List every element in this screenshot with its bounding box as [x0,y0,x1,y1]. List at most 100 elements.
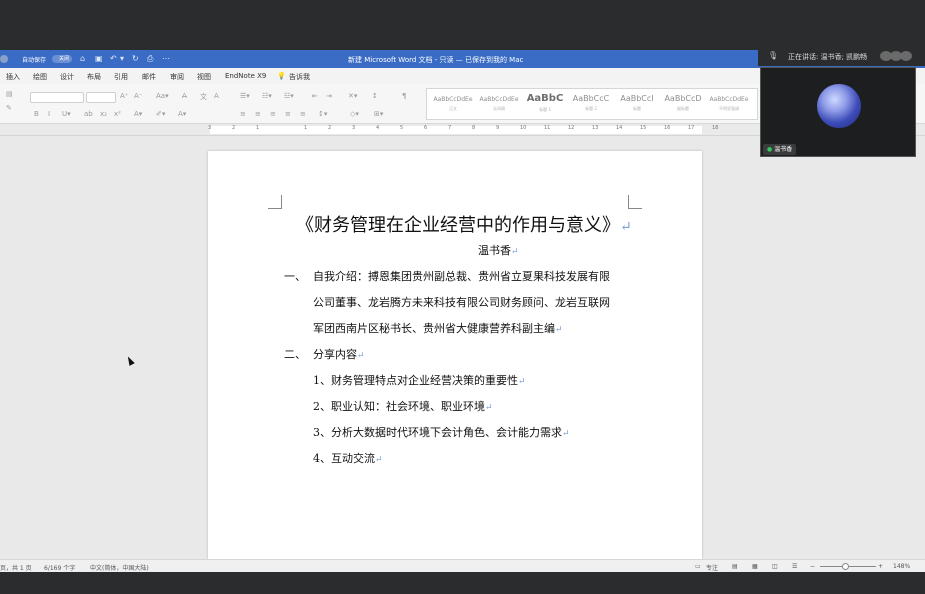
redo-icon[interactable]: ↻ [132,54,139,63]
increase-indent-icon[interactable]: ⇥ [326,92,332,100]
window-close-button[interactable] [0,55,8,63]
style-normal[interactable]: AaBbCcDdEe 正文 [431,91,475,119]
print-layout-icon[interactable]: ▤ [732,563,738,570]
home-icon[interactable]: ⌂ [80,54,85,63]
subscript-icon[interactable]: x₂ [100,110,107,118]
format-painter-icon[interactable]: ✎ [6,104,12,112]
align-left-icon[interactable]: ≡ [240,110,246,118]
outline-icon[interactable]: ☰ [792,563,797,570]
paste-icon[interactable]: ▤ [6,90,13,98]
change-case-icon[interactable]: Aa▾ [156,92,169,100]
tab-design[interactable]: 设计 [60,72,74,82]
read-mode-icon[interactable]: ▦ [752,563,758,570]
numbering-icon[interactable]: ☷▾ [262,92,272,100]
undo-dropdown-icon[interactable]: ▾ [120,54,124,63]
word-count[interactable]: 6/169 个字 [44,563,75,572]
participant-avatar [817,84,861,128]
bullets-icon[interactable]: ☰▾ [240,92,250,100]
tab-review[interactable]: 审阅 [170,72,184,82]
font-color-icon[interactable]: A▾ [178,110,186,118]
participant-name-tag: ● 温书香 [763,144,797,155]
font-name-select[interactable] [30,92,84,103]
desktop-top-band [0,0,925,50]
zoom-in-button[interactable]: + [878,563,883,570]
superscript-icon[interactable]: x² [114,110,121,118]
tab-view[interactable]: 视图 [197,72,211,82]
web-layout-icon[interactable]: ◫ [772,563,778,570]
shading-icon[interactable]: ◇▾ [350,110,359,118]
style-no-spacing[interactable]: AaBbCcDdEe 无间隔 [477,91,521,119]
save-icon[interactable]: ▣ [95,54,103,63]
page-count[interactable]: 页，共 1 页 [0,563,32,572]
margin-corner-mark [628,195,642,209]
borders-icon[interactable]: ⊞▾ [374,110,383,118]
document-page[interactable]: 《财务管理在企业经营中的作用与意义》↵ 温书香↵ 一、 自我介绍：搏恩集团贵州副… [208,151,702,559]
speaking-indicator: 正在讲话: 温书香; 凯鹏畅 [788,53,868,61]
underline-icon[interactable]: U▾ [62,110,71,118]
language-indicator[interactable]: 中文(简体，中国大陆) [90,563,149,572]
participant-avatars[interactable] [880,51,916,61]
shrink-font-icon[interactable]: A⁻ [134,92,142,100]
tab-mailings[interactable]: 邮件 [142,72,156,82]
zoom-level[interactable]: 148% [893,563,910,570]
multilevel-list-icon[interactable]: ☳▾ [284,92,294,100]
style-heading-1[interactable]: AaBbC 标题 1 [523,91,567,119]
section-number: 一、 [284,270,306,283]
justify-icon[interactable]: ≡ [285,110,291,118]
font-size-select[interactable] [86,92,116,103]
grow-font-icon[interactable]: A⁺ [120,92,128,100]
zoom-out-button[interactable]: − [810,563,815,570]
highlight-icon[interactable]: ✐▾ [156,110,165,118]
ruler-number: 14 [616,125,623,131]
meeting-speaker-bar: 🎙 正在讲话: 温书香; 凯鹏畅 [758,46,925,66]
microphone-icon[interactable]: 🎙 [768,51,778,60]
ruler-number: 15 [640,125,647,131]
document-author: 温书香↵ [478,244,519,257]
video-tile[interactable]: ● 温书香 [760,67,916,157]
ruler-number: 10 [520,125,527,131]
autosave-toggle[interactable]: 关闭 [52,55,72,63]
tab-endnote[interactable]: EndNote X9 [225,72,266,80]
strikethrough-icon[interactable]: ab [84,110,93,118]
italic-icon[interactable]: I [48,110,50,118]
section-1-line: 公司董事、龙岩腾方未来科技有限公司财务顾问、龙岩互联网 [313,296,610,309]
text-effects-icon[interactable]: A▾ [134,110,142,118]
ruler-number: 3 [352,125,356,131]
style-title[interactable]: AaBbCcI 标题 [615,91,659,119]
sort-icon[interactable]: ↕ [372,92,378,100]
zoom-slider-handle[interactable] [842,563,850,570]
paragraph-mark: ↵ [620,219,632,235]
line-spacing-icon[interactable]: ↕▾ [318,110,327,118]
undo-icon[interactable]: ↶ [110,54,117,63]
ruler-number: 6 [424,125,428,131]
chinese-layout-icon[interactable]: ✕▾ [348,92,357,100]
ruler-number: 8 [472,125,476,131]
ruler-number: 12 [568,125,575,131]
tab-draw[interactable]: 绘图 [33,72,47,82]
focus-icon[interactable]: ▭ [695,563,701,570]
style-heading-2[interactable]: AaBbCcC 标题 2 [569,91,613,119]
status-bar: 页，共 1 页 6/169 个字 中文(简体，中国大陆) ▭ 专注 ▤ ▦ ◫ … [0,559,925,572]
clear-format-icon[interactable]: A̶ [182,92,187,100]
align-center-icon[interactable]: ≡ [255,110,261,118]
lightbulb-icon: 💡 [277,72,286,80]
focus-mode-label[interactable]: 专注 [706,563,718,572]
tab-references[interactable]: 引用 [114,72,128,82]
style-subtitle[interactable]: AaBbCcD 副标题 [661,91,705,119]
distributed-icon[interactable]: ≡ [300,110,306,118]
ruler-number: 17 [688,125,695,131]
show-marks-icon[interactable]: ¶ [402,92,406,100]
char-border-icon[interactable]: A [214,92,219,100]
ruler-number: 16 [664,125,671,131]
more-icon[interactable]: ⋯ [162,54,170,63]
tab-layout[interactable]: 布局 [87,72,101,82]
bold-icon[interactable]: B [34,110,39,118]
decrease-indent-icon[interactable]: ⇤ [312,92,318,100]
phonetic-icon[interactable]: 文 [200,92,207,102]
autosave-label: 自动保存 [22,57,47,64]
tab-insert[interactable]: 插入 [6,72,20,82]
align-right-icon[interactable]: ≡ [270,110,276,118]
print-icon[interactable]: ⎙ [147,54,153,64]
style-subtle-emphasis[interactable]: AaBbCcDdEe 不明显强调 [707,91,751,119]
tab-tell-me[interactable]: 告诉我 [289,72,310,82]
